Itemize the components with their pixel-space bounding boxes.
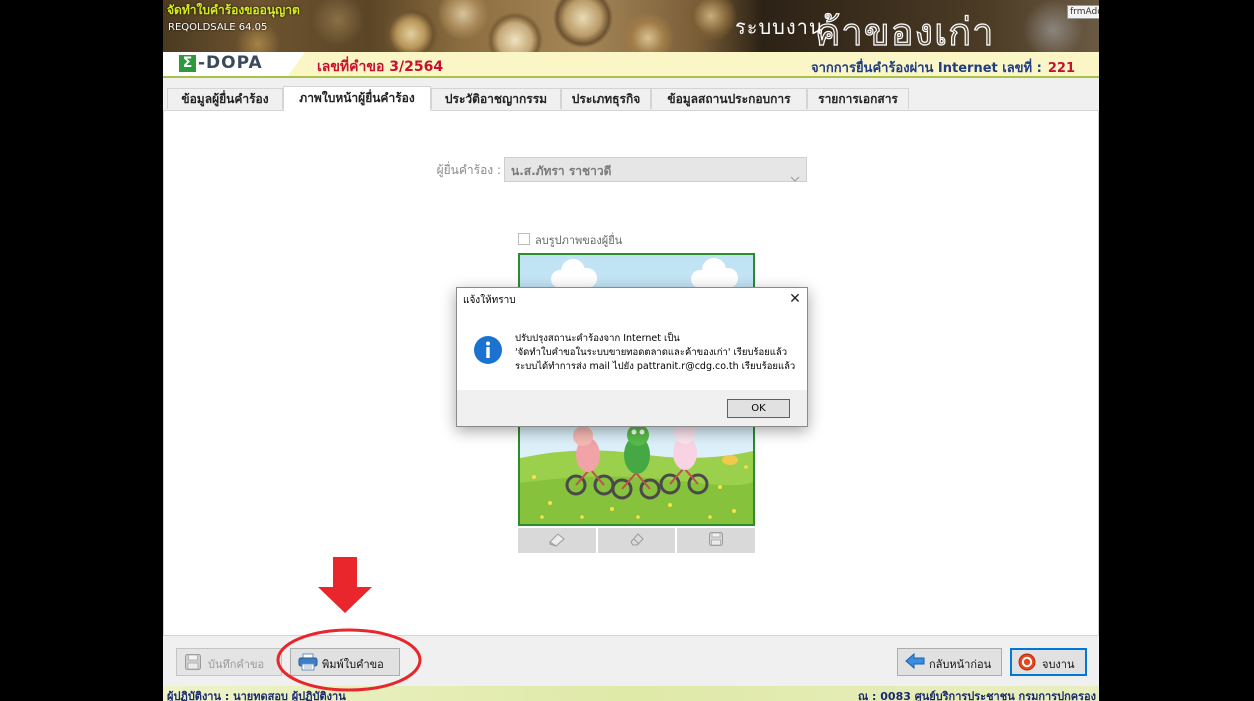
dialog-message-line: ระบบได้ทำการส่ง mail ไปยัง pattranit.r@c… <box>515 361 796 372</box>
dialog-message: ปรับปรุงสถานะคำร้องจาก Internet เป็น 'จั… <box>515 332 803 374</box>
edopa-logo: Σ -DOPA <box>163 52 305 76</box>
power-icon <box>1018 653 1036 674</box>
tab-criminal-record[interactable]: ประวัติอาชญากรรม <box>431 88 561 109</box>
logo-text: -DOPA <box>198 53 263 73</box>
clear-photo-button[interactable] <box>597 528 676 553</box>
dialog-title: แจ้งให้ทราบ <box>463 295 516 306</box>
dialog-footer: OK <box>457 390 807 426</box>
internet-request-info: จากการยื่นคำร้องผ่าน Internet เลขที่ : 22… <box>811 57 1075 78</box>
tab-documents[interactable]: รายการเอกสาร <box>807 88 909 109</box>
header-banner: จัดทำใบคำร้องขออนุญาต REQOLDSALE 64.05 ร… <box>163 0 1099 52</box>
info-icon <box>473 335 503 369</box>
applicant-dropdown[interactable]: น.ส.ภัทรา ราชาวดี <box>504 157 807 182</box>
scan-photo-button[interactable] <box>518 528 596 553</box>
floppy-icon <box>184 653 202 674</box>
applicant-label: ผู้ยื่นคำร้อง : <box>436 163 501 177</box>
system-prefix: ระบบงาน <box>735 15 824 39</box>
print-request-button[interactable]: พิมพ์ใบคำขอ <box>290 648 400 676</box>
eraser-icon <box>628 531 646 551</box>
request-number: เลขที่คำขอ 3/2564 <box>317 59 444 75</box>
logo-symbol: Σ <box>179 55 196 72</box>
finish-label: จบงาน <box>1042 658 1075 671</box>
delete-photo-checkbox[interactable] <box>518 233 530 245</box>
info-bar: Σ -DOPA เลขที่คำขอ 3/2564 จากการยื่นคำร้… <box>163 52 1099 78</box>
print-request-label: พิมพ์ใบคำขอ <box>322 658 384 671</box>
close-icon[interactable]: ✕ <box>787 290 803 308</box>
save-request-button[interactable]: บันทึกคำขอ <box>176 648 282 676</box>
internet-number: 221 <box>1047 61 1075 76</box>
scan-icon <box>548 531 566 551</box>
status-office: ณ : 0083 ศูนย์บริการประชาชน กรมการปกครอง <box>858 690 1096 701</box>
bottom-button-bar: บันทึกคำขอ พิมพ์ใบคำขอ กลับหน้าก่อน จบงา… <box>163 636 1099 686</box>
status-operator: ผู้ปฏิบัติงาน : นายทดสอบ ผู้ปฏิบัติงาน <box>167 690 346 701</box>
system-name: ค้าของเก่า <box>814 9 995 52</box>
notice-dialog: แจ้งให้ทราบ ✕ ปรับปรุงสถานะคำร้องจาก Int… <box>456 287 808 427</box>
internet-label: จากการยื่นคำร้องผ่าน Internet เลขที่ : <box>811 61 1042 76</box>
printer-icon <box>298 653 318 674</box>
dialog-message-line: 'จัดทำใบคำขอในระบบขายทอดตลาดและค้าของเก่… <box>515 347 788 358</box>
back-button[interactable]: กลับหน้าก่อน <box>897 648 1002 676</box>
tab-applicant-info[interactable]: ข้อมูลผู้ยื่นคำร้อง <box>167 88 283 109</box>
back-label: กลับหน้าก่อน <box>929 658 992 671</box>
app-title: จัดทำใบคำร้องขออนุญาต <box>167 3 300 17</box>
tab-applicant-photo[interactable]: ภาพใบหน้าผู้ยื่นคำร้อง <box>283 86 431 111</box>
tab-business-type[interactable]: ประเภทธุรกิจ <box>561 88 651 109</box>
photo-toolbar <box>518 528 756 553</box>
form-tag: frmAdd <box>1067 5 1099 19</box>
back-arrow-icon <box>905 652 925 672</box>
delete-photo-label: ลบรูปภาพของผู้ยื่น <box>535 234 623 247</box>
chevron-down-icon <box>790 167 800 186</box>
dialog-message-line: ปรับปรุงสถานะคำร้องจาก Internet เป็น <box>515 333 680 344</box>
tab-establishment-info[interactable]: ข้อมูลสถานประกอบการ <box>651 88 807 109</box>
applicant-value: น.ส.ภัทรา ราชาวดี <box>511 164 612 178</box>
save-photo-button[interactable] <box>677 528 756 553</box>
status-bar: ผู้ปฏิบัติงาน : นายทดสอบ ผู้ปฏิบัติงาน ณ… <box>163 686 1099 701</box>
ok-button[interactable]: OK <box>727 399 790 418</box>
save-request-label: บันทึกคำขอ <box>208 658 265 671</box>
app-version: REQOLDSALE 64.05 <box>168 22 268 33</box>
finish-button[interactable]: จบงาน <box>1010 648 1087 676</box>
floppy-icon <box>708 531 724 551</box>
